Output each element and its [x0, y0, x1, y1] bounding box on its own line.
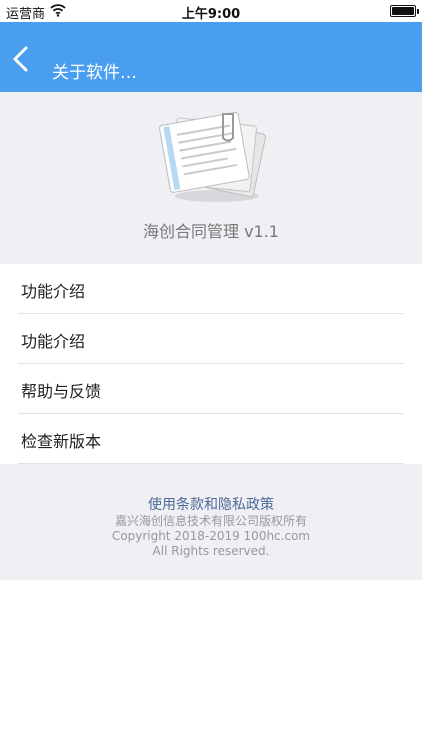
- battery-nub: [417, 9, 419, 14]
- navigation-bar: 关于软件…: [0, 22, 422, 92]
- rights-reserved: All Rights reserved.: [152, 544, 270, 558]
- battery-icon: [390, 5, 419, 17]
- document-stack-icon: [159, 112, 267, 202]
- menu-item-label: 功能介绍: [21, 282, 86, 301]
- footer: 使用条款和隐私政策 嘉兴海创信息技术有限公司版权所有 Copyright 201…: [0, 464, 422, 580]
- status-time: 上午9:00: [181, 7, 241, 22]
- terms-privacy-link[interactable]: 使用条款和隐私政策: [0, 494, 422, 514]
- menu-item-label: 功能介绍: [21, 332, 86, 351]
- about-menu: 功能介绍 功能介绍 帮助与反馈 检查新版本: [0, 264, 422, 464]
- menu-item-label: 检查新版本: [21, 432, 102, 451]
- menu-item-label: 帮助与反馈: [21, 382, 102, 401]
- app-name-version: 海创合同管理 v1.1: [142, 222, 279, 241]
- menu-item-features[interactable]: 功能介绍: [0, 264, 422, 314]
- copyright-english: Copyright 2018-2019 100hc.com: [111, 529, 311, 543]
- copyright-chinese: 嘉兴海创信息技术有限公司版权所有: [114, 514, 307, 528]
- menu-item-features-2[interactable]: 功能介绍: [0, 314, 422, 364]
- battery-fill: [392, 7, 414, 15]
- menu-item-help-feedback[interactable]: 帮助与反馈: [0, 364, 422, 414]
- nav-title: 关于软件…: [52, 63, 137, 83]
- app-info-header: 海创合同管理 v1.1: [0, 92, 422, 264]
- status-bar: 运营商 上午9:00: [0, 0, 422, 22]
- chevron-left-icon: [13, 46, 28, 72]
- back-button[interactable]: [8, 44, 38, 74]
- menu-item-check-update[interactable]: 检查新版本: [0, 414, 422, 464]
